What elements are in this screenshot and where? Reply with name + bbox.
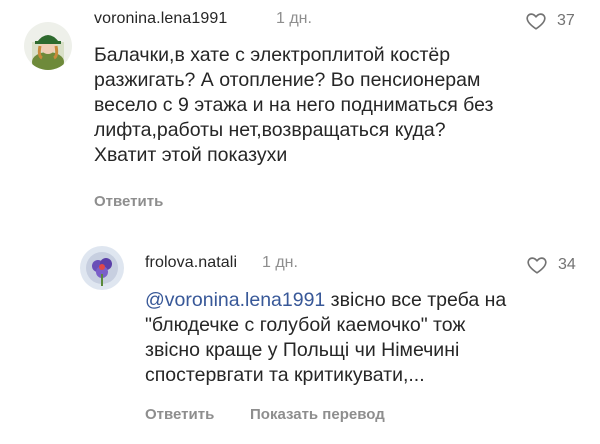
like-button[interactable]: 37 xyxy=(525,10,575,32)
comment-text: Балачки,в хате с электроплитой костёр ра… xyxy=(94,44,494,166)
avatar-flower-icon xyxy=(80,246,124,290)
avatar-woman-green-hat-icon xyxy=(24,22,72,70)
comment-text: @voronina.lena1991 звісно все треба на "… xyxy=(145,288,585,388)
heart-icon xyxy=(526,13,546,30)
like-count: 34 xyxy=(558,256,576,273)
comment-username[interactable]: voronina.lena1991 xyxy=(94,10,227,28)
comment-time: 1 дн. xyxy=(276,10,312,27)
avatar[interactable] xyxy=(24,22,72,70)
heart-icon xyxy=(527,257,547,274)
avatar[interactable] xyxy=(80,246,124,290)
translate-button[interactable]: Показать перевод xyxy=(250,406,385,423)
mention-link[interactable]: @voronina.lena1991 xyxy=(145,289,325,311)
comment-username[interactable]: frolova.natali xyxy=(145,254,237,272)
comment-time: 1 дн. xyxy=(262,254,298,271)
reply-button[interactable]: Ответить xyxy=(145,406,214,423)
like-count: 37 xyxy=(557,12,575,29)
like-button[interactable]: 34 xyxy=(526,254,576,276)
reply-button[interactable]: Ответить xyxy=(94,193,163,210)
